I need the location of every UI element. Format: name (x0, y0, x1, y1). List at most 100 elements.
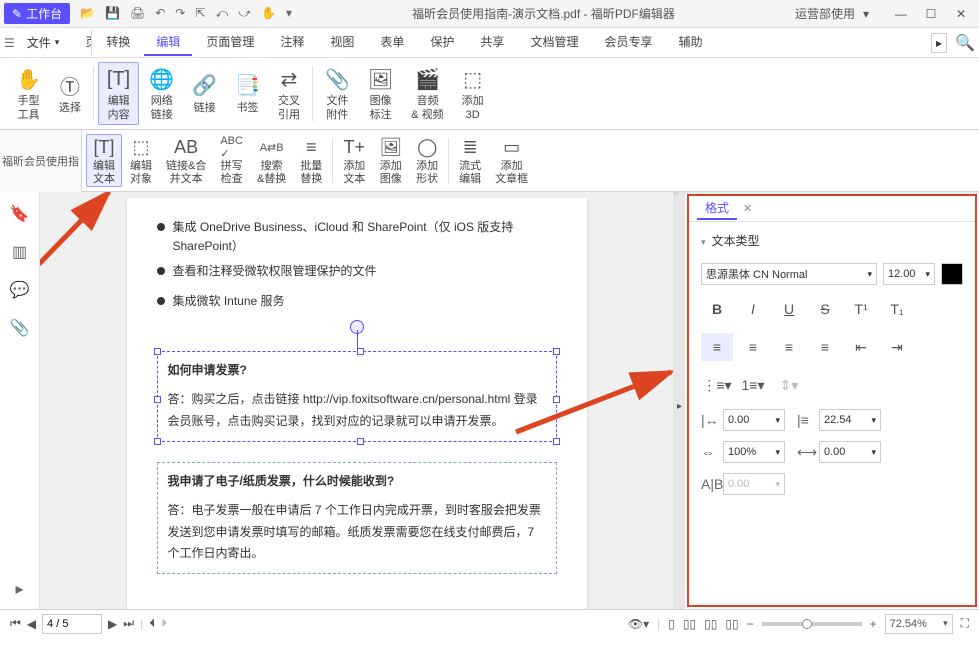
single-page-button[interactable]: ▯ (668, 617, 675, 631)
indent-decrease-button[interactable]: ⇤ (845, 333, 877, 361)
font-color-picker[interactable] (941, 263, 963, 285)
pages-panel-icon[interactable]: ▥ (12, 242, 27, 262)
link-tool[interactable]: 🔗链接 (184, 62, 225, 125)
add-text-tool[interactable]: T+添加 文本 (337, 134, 371, 187)
workspace-button[interactable]: ✎ 工作台 (4, 3, 70, 24)
char-spacing-input[interactable]: 0.00▾ (723, 409, 785, 431)
tab-edit[interactable]: 编辑 (144, 29, 192, 56)
facing-button[interactable]: ▯▯ (704, 617, 717, 631)
format-tab[interactable]: 格式 (697, 197, 737, 220)
reflow-edit-tool[interactable]: ≣流式 编辑 (453, 134, 487, 187)
expand-sidebar-button[interactable]: ▸ (15, 579, 23, 599)
tab-protect[interactable]: 保护 (418, 29, 466, 56)
search-icon[interactable]: 🔍 (955, 33, 975, 53)
close-button[interactable]: ✕ (947, 4, 975, 24)
bullet-list-button[interactable]: ⋮≡▾ (701, 371, 733, 399)
hamburger-icon[interactable]: ☰ (4, 36, 15, 50)
zoom-out-button[interactable]: − (747, 617, 754, 631)
font-family-select[interactable]: 思源黑体 CN Normal▾ (701, 263, 877, 285)
save-icon[interactable]: 💾 (105, 6, 120, 21)
add-image-tool[interactable]: 🖼添加 图像 (373, 134, 408, 187)
search-replace-tool[interactable]: A⇄B搜索 &替换 (251, 134, 292, 187)
hscale-input[interactable]: 100%▾ (723, 441, 785, 463)
tab-convert[interactable]: 转换 (94, 29, 142, 56)
strikethrough-button[interactable]: S (809, 295, 841, 323)
align-justify-button[interactable]: ≡ (809, 333, 841, 361)
continuous-button[interactable]: ▯▯ (683, 617, 696, 631)
first-page-button[interactable]: ⏮ (10, 616, 21, 631)
bold-button[interactable]: B (701, 295, 733, 323)
add-shape-tool[interactable]: ◯添加 形状 (410, 134, 444, 187)
attachments-panel-icon[interactable]: 📎 (10, 318, 30, 338)
batch-replace-tool[interactable]: ≡批量 替换 (294, 134, 328, 187)
link-merge-text-tool[interactable]: AB链接&合 并文本 (160, 134, 212, 187)
next-page-button[interactable]: ▶ (108, 617, 117, 631)
text-block[interactable]: 我申请了电子/纸质发票，什么时候能收到? 答：电子发票一般在申请后 7 个工作日… (157, 462, 557, 574)
hand-tool[interactable]: ✋手型 工具 (8, 62, 49, 125)
edit-content-tool[interactable]: [T]编辑 内容 (98, 62, 139, 125)
read-mode-button[interactable]: 👁▾ (628, 617, 649, 631)
undo2-icon[interactable]: ⤺ (215, 6, 228, 21)
comments-panel-icon[interactable]: 💬 (10, 280, 30, 300)
zoom-thumb[interactable] (802, 619, 812, 629)
tab-share[interactable]: 共享 (468, 29, 516, 56)
zoom-in-button[interactable]: + (870, 617, 877, 631)
panel-collapse-splitter[interactable]: ▸ (679, 192, 685, 609)
tab-annotate[interactable]: 注释 (268, 29, 316, 56)
word-spacing-input[interactable]: 0.00▾ (819, 441, 881, 463)
bookmark-panel-icon[interactable]: 🔖 (10, 204, 30, 224)
back-button[interactable]: ⏴ (149, 616, 155, 631)
document-viewport[interactable]: 集成 OneDrive Business、iCloud 和 SharePoint… (40, 192, 673, 609)
org-dropdown-icon[interactable]: ▾ (863, 7, 869, 21)
number-list-button[interactable]: 1≡▾ (737, 371, 769, 399)
open-icon[interactable]: 📂 (80, 6, 95, 21)
tab-page-manage[interactable]: 页面管理 (194, 29, 266, 56)
add-3d-tool[interactable]: ⬚添加 3D (454, 62, 492, 125)
chevron-down-icon[interactable]: ▾ (701, 237, 706, 248)
tab-form[interactable]: 表单 (368, 29, 416, 56)
document-tab[interactable]: 福昕会员使用指 (0, 130, 82, 192)
add-article-box-tool[interactable]: ▭添加 文章框 (489, 134, 534, 187)
tab-page-partial[interactable]: 页 (73, 29, 92, 56)
baseline-input[interactable]: 0.00▾ (723, 473, 785, 495)
italic-button[interactable]: I (737, 295, 769, 323)
tab-member[interactable]: 会员专享 (592, 29, 664, 56)
export-icon[interactable]: ⇱ (195, 6, 205, 21)
media-tool[interactable]: 🎬音频 & 视频 (403, 62, 451, 125)
page-number-input[interactable] (42, 614, 102, 634)
align-center-button[interactable]: ≡ (737, 333, 769, 361)
subscript-button[interactable]: T₁ (881, 295, 913, 323)
redo-icon[interactable]: ↷ (175, 6, 185, 21)
zoom-slider[interactable] (762, 622, 862, 626)
tab-accessibility[interactable]: 辅助 (666, 29, 714, 56)
maximize-button[interactable]: ☐ (917, 4, 945, 24)
bookmark-tool[interactable]: 📑书签 (227, 62, 268, 125)
image-annot-tool[interactable]: 🖼图像 标注 (360, 62, 401, 125)
ribbon-overflow-button[interactable]: ▸ (931, 33, 947, 53)
text-block-selected[interactable]: 如何申请发票? 答：购买之后，点击链接 http://vip.foxitsoft… (157, 351, 557, 442)
line-spacing-dropdown[interactable]: ⇕▾ (773, 371, 805, 399)
zoom-value-select[interactable]: 72.54%▾ (885, 614, 953, 634)
indent-increase-button[interactable]: ⇥ (881, 333, 913, 361)
align-left-button[interactable]: ≡ (701, 333, 733, 361)
crossref-tool[interactable]: ⇄交叉 引用 (270, 62, 308, 125)
file-menu[interactable]: 文件 ▾ (19, 34, 68, 51)
edit-text-tool[interactable]: [T]编辑 文本 (86, 134, 122, 187)
close-panel-button[interactable]: ✕ (743, 202, 752, 215)
facing-continuous-button[interactable]: ▯▯ (725, 617, 738, 631)
line-height-input[interactable]: 22.54▾ (819, 409, 881, 431)
tab-doc-manage[interactable]: 文档管理 (518, 29, 590, 56)
fullscreen-button[interactable]: ⛶ (961, 616, 969, 631)
spellcheck-tool[interactable]: ABC✓拼写 检查 (214, 134, 249, 187)
edit-object-tool[interactable]: ⬚编辑 对象 (124, 134, 158, 187)
forward-button[interactable]: ⏵ (161, 616, 167, 631)
tab-view[interactable]: 视图 (318, 29, 366, 56)
hand-icon[interactable]: ✋ (261, 6, 276, 21)
prev-page-button[interactable]: ◀ (27, 617, 36, 631)
align-right-button[interactable]: ≡ (773, 333, 805, 361)
web-link-tool[interactable]: 🌐网络 链接 (141, 62, 182, 125)
attachment-tool[interactable]: 📎文件 附件 (317, 62, 358, 125)
select-tool[interactable]: Ⓣ选择 (51, 62, 89, 125)
undo-icon[interactable]: ↶ (155, 6, 165, 21)
minimize-button[interactable]: ― (887, 4, 915, 24)
